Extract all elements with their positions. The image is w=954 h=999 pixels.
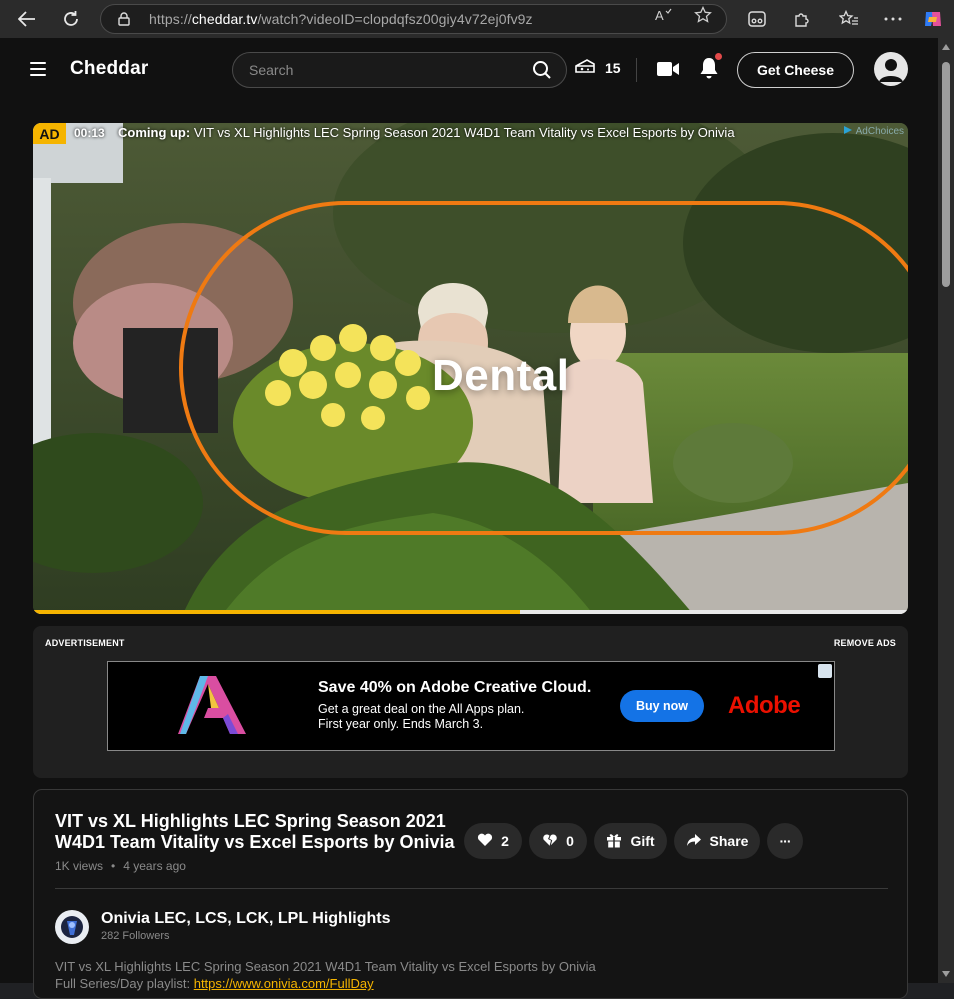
site-header: Cheddar 15 Get Cheese: [0, 38, 938, 103]
video-meta: 1K views • 4 years ago: [55, 859, 186, 873]
more-menu-icon[interactable]: [882, 8, 904, 30]
get-cheese-button[interactable]: Get Cheese: [737, 52, 854, 88]
dislike-count: 0: [566, 833, 574, 849]
advertisement-label: ADVERTISEMENT: [45, 638, 125, 648]
channel-name[interactable]: Onivia LEC, LCS, LCK, LPL Highlights: [101, 910, 391, 928]
notification-dot: [715, 53, 722, 60]
back-icon[interactable]: [10, 4, 44, 34]
view-count: 1K views: [55, 859, 104, 873]
cheese-balance[interactable]: 15: [575, 58, 621, 77]
ad-progress-bar[interactable]: [33, 610, 908, 614]
like-count: 2: [501, 833, 509, 849]
like-button[interactable]: 2: [464, 823, 522, 859]
ad-subtext-1: Get a great deal on the All Apps plan.: [318, 702, 525, 716]
lock-icon: [115, 12, 133, 26]
reload-icon[interactable]: [54, 4, 88, 34]
share-label: Share: [709, 833, 749, 849]
adobe-a-logo-icon: [178, 676, 246, 734]
adobe-wordmark: Adobe: [728, 692, 801, 719]
favorite-star-icon[interactable]: [694, 6, 712, 24]
gift-icon: [606, 832, 622, 851]
ad-overlay-word: Dental: [432, 351, 570, 400]
video-title: VIT vs XL Highlights LEC Spring Season 2…: [55, 811, 455, 852]
coming-up-title: VIT vs XL Highlights LEC Spring Season 2…: [190, 125, 735, 140]
game-controller-icon[interactable]: [746, 8, 768, 30]
gift-button[interactable]: Gift: [594, 823, 667, 859]
scroll-up-arrow-icon[interactable]: [942, 44, 950, 50]
adchoices-label: AdChoices: [855, 126, 904, 137]
video-player[interactable]: AD 00:13 Coming up: VIT vs XL Highlights…: [33, 123, 908, 614]
remove-ads-link[interactable]: REMOVE ADS: [834, 638, 896, 648]
search-icon[interactable]: [532, 60, 552, 80]
gift-label: Gift: [630, 833, 655, 849]
upload-age: 4 years ago: [123, 859, 186, 873]
browser-toolbar: https://cheddar.tv/watch?videoID=clopdqf…: [0, 0, 954, 38]
playlist-link[interactable]: https://www.onivia.com/FullDay: [194, 976, 374, 991]
follower-count: 282 Followers: [101, 930, 170, 942]
coming-up-label: Coming up:: [118, 125, 191, 140]
ad-headline: Save 40% on Adobe Creative Cloud.: [318, 679, 592, 696]
copilot-icon[interactable]: [922, 8, 944, 30]
ad-countdown: 00:13: [74, 126, 105, 140]
video-info-card: VIT vs XL Highlights LEC Spring Season 2…: [33, 789, 908, 999]
meta-separator: •: [111, 859, 116, 873]
coming-up-text: Coming up: VIT vs XL Highlights LEC Spri…: [118, 125, 735, 140]
extensions-icon[interactable]: [790, 8, 812, 30]
header-divider: [636, 58, 637, 82]
search-input[interactable]: [249, 62, 529, 78]
share-arrow-icon: [686, 833, 702, 850]
playlist-line: Full Series/Day playlist: https://www.on…: [55, 976, 374, 991]
adchoices-link[interactable]: AdChoices: [843, 125, 904, 138]
ad-info-icon[interactable]: [818, 664, 832, 678]
adobe-banner-ad[interactable]: Save 40% on Adobe Creative Cloud. Get a …: [107, 661, 835, 751]
video-description: VIT vs XL Highlights LEC Spring Season 2…: [55, 959, 596, 974]
advertisement-block: ADVERTISEMENT REMOVE ADS Save 40% on Ado…: [33, 626, 908, 778]
address-bar[interactable]: https://cheddar.tv/watch?videoID=clopdqf…: [100, 4, 727, 34]
notification-bell-icon[interactable]: [698, 56, 720, 85]
more-options-button[interactable]: ···: [767, 823, 803, 859]
ad-subtext-2: First year only. Ends March 3.: [318, 717, 484, 731]
dislike-button[interactable]: 0: [529, 823, 587, 859]
search-box: [232, 52, 567, 88]
more-dots-icon: ···: [779, 833, 792, 849]
site-logo[interactable]: Cheddar: [70, 58, 148, 80]
share-button[interactable]: Share: [674, 823, 760, 859]
page: Cheddar 15 Get Cheese: [0, 38, 938, 999]
buy-now-button[interactable]: Buy now: [620, 690, 704, 722]
adchoices-icon: [843, 125, 853, 138]
video-camera-icon[interactable]: [656, 60, 680, 83]
read-aloud-icon[interactable]: A: [655, 6, 673, 24]
page-scrollbar[interactable]: [938, 38, 954, 983]
scroll-thumb[interactable]: [942, 62, 950, 287]
svg-text:A: A: [655, 8, 664, 22]
channel-avatar[interactable]: [55, 910, 89, 944]
user-avatar-icon[interactable]: [874, 52, 908, 86]
ad-badge: AD: [33, 123, 66, 144]
divider: [55, 888, 888, 889]
favorites-icon[interactable]: [838, 8, 860, 30]
heart-icon: [477, 833, 493, 850]
hamburger-menu-icon[interactable]: [30, 62, 46, 76]
playlist-label: Full Series/Day playlist:: [55, 976, 194, 991]
scroll-down-arrow-icon[interactable]: [942, 971, 950, 977]
ad-progress-fill: [33, 610, 521, 614]
url-text: https://cheddar.tv/watch?videoID=clopdqf…: [149, 11, 533, 27]
broken-heart-icon: [542, 833, 558, 850]
cheese-icon: [575, 58, 595, 77]
cheese-count-value: 15: [605, 59, 621, 76]
